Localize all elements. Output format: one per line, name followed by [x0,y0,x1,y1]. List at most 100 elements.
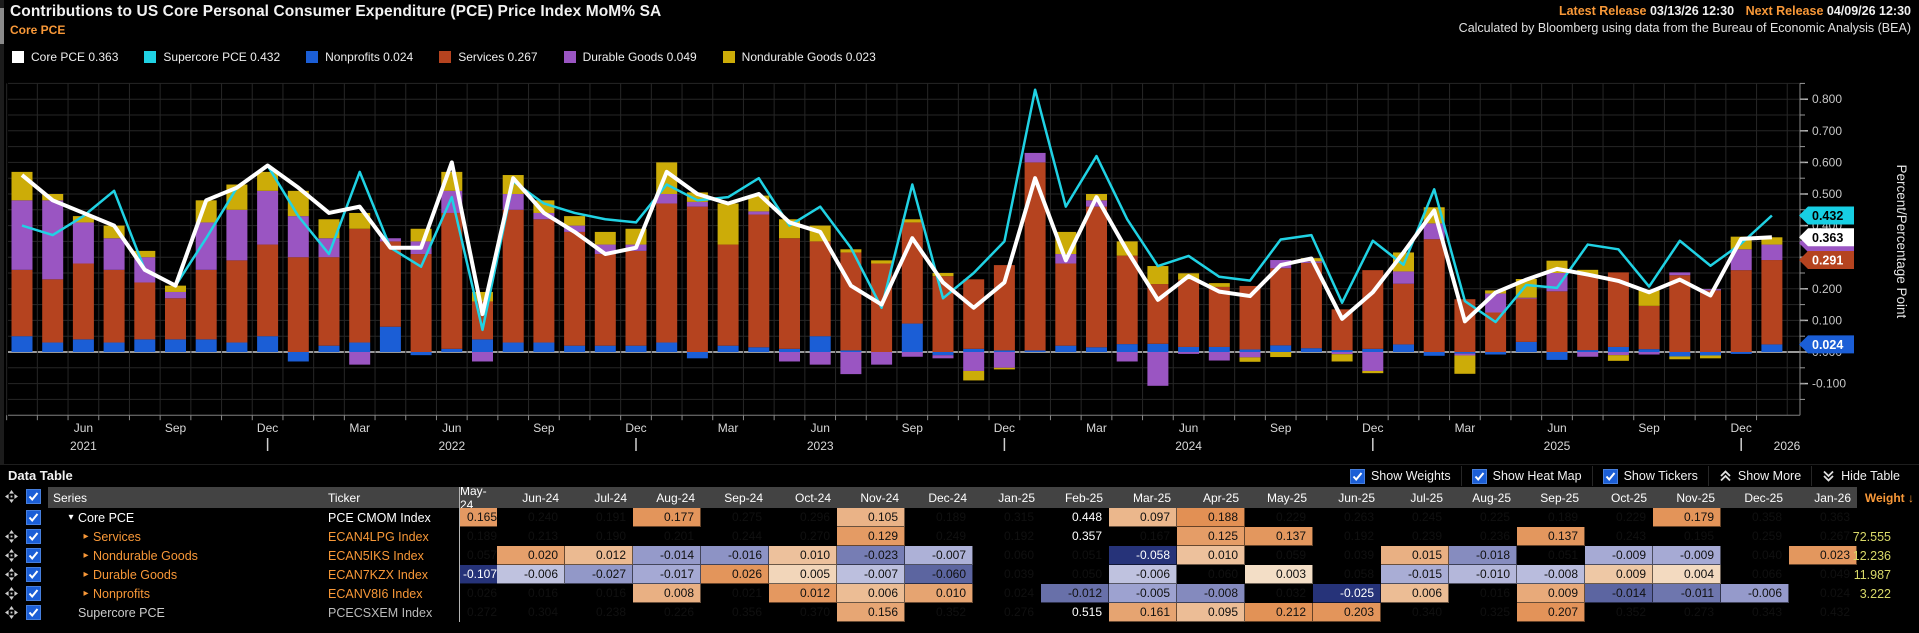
row-checkbox-core-pce[interactable] [26,510,41,525]
expand-arrow-icon[interactable]: ▸ [79,569,93,580]
series-name-cell[interactable]: ▾Core PCE [48,508,325,527]
column-header-ticker: Ticker [325,487,460,508]
row-checkbox-durable-goods[interactable] [26,567,41,582]
expand-arrow-icon[interactable]: ▸ [79,588,93,599]
bar-durable-goods [1209,352,1230,361]
bar-nonprofits [1547,352,1568,360]
bar-nondurable-goods [1362,371,1383,373]
axis-tag-label: 0.291 [1812,254,1843,268]
x-tick-label: Sep [533,421,555,435]
value-cell-nov-24: 0.129 [837,527,905,546]
legend-item-services[interactable]: Services 0.267 [439,50,537,64]
legend-item-nondurable-goods[interactable]: Nondurable Goods 0.023 [723,50,876,64]
column-header-jun-24: Jun-24 [497,487,565,508]
select-all-checkbox[interactable] [26,489,41,504]
series-label: Durable Goods [93,568,177,582]
row-checkbox-nonprofits[interactable] [26,586,41,601]
column-header-dec-25: Dec-25 [1721,487,1789,508]
value-cell-may-25: 0.003 [1245,565,1313,584]
show-tickers-checkbox[interactable] [1603,469,1618,484]
weight-cell [1857,508,1919,527]
value-cell-oct-24: 0.010 [769,546,837,565]
move-handle-icon[interactable] [5,606,18,619]
value-cell-aug-24: -0.017 [633,565,701,584]
value-cell-apr-25: 0.125 [1177,527,1245,546]
move-handle-icon[interactable] [5,549,18,562]
weight-cell: 72.555 [1857,527,1919,546]
table-toolbar: Data Table Show WeightsShow Heat MapShow… [0,465,1919,487]
value-cell-jan-25: 0.039 [973,565,1041,584]
bar-services [42,279,63,342]
value-cell-jan-26: 0.024 [1789,584,1857,603]
bar-nonprofits [411,352,432,355]
x-tick-label: Sep [1638,421,1660,435]
series-name-cell[interactable]: ▸Nondurable Goods [48,546,325,565]
move-handle-icon[interactable] [5,587,18,600]
move-handle-icon[interactable] [5,568,18,581]
value-cell-mar-25: 0.097 [1109,508,1177,527]
table-title: Data Table [8,468,73,483]
legend-item-durable-goods[interactable]: Durable Goods 0.049 [564,50,697,64]
x-tick-label: Sep [902,421,924,435]
value-cell-jan-26: 0.432 [1789,603,1857,622]
legend-item-nonprofits[interactable]: Nonprofits 0.024 [306,50,413,64]
show-weights-control[interactable]: Show Weights [1340,466,1461,486]
value-cell-jul-25: 0.340 [1381,603,1449,622]
bar-services [104,270,125,343]
series-name-cell[interactable]: ▸Durable Goods [48,565,325,584]
header-move-handle[interactable] [0,487,22,506]
expand-arrow-icon[interactable]: ▸ [79,550,93,561]
ticker-cell: ECANV8I6 Index [325,584,460,603]
expand-arrow-icon[interactable]: ▸ [79,531,93,542]
value-cell-aug-24: 0.226 [633,603,701,622]
show-tickers-control[interactable]: Show Tickers [1592,466,1708,486]
value-cell-sep-25: 0.051 [1517,546,1585,565]
bar-durable-goods [1332,352,1353,354]
legend-item-core-pce[interactable]: Core PCE 0.363 [12,50,118,64]
bar-nonprofits [1516,342,1537,352]
series-name-cell[interactable]: ▸Services [48,527,325,546]
bar-nonprofits [656,343,677,352]
column-header-weight[interactable]: Weight ↓ [1857,487,1919,508]
legend-item-supercore-pce[interactable]: Supercore PCE 0.432 [144,50,280,64]
row-checkbox-cell [22,508,48,527]
value-cell-mar-25: 0.161 [1109,603,1177,622]
value-cell-dec-25: 0.040 [1721,546,1789,565]
table-row-nonprofits: ▸NonprofitsECANV8I6 Index0.0260.0160.016… [0,584,1919,603]
value-cell-oct-25: 0.352 [1585,603,1653,622]
move-handle-icon[interactable] [5,530,18,543]
legend-label: Durable Goods 0.049 [583,50,697,64]
bar-durable-goods [165,292,186,298]
value-cell-mar-25: -0.058 [1109,546,1177,565]
value-cell-jul-25: 0.006 [1381,584,1449,603]
axis-tag-label: 0.432 [1812,209,1843,223]
bar-durable-goods [1669,272,1690,275]
page-title: Contributions to US Core Personal Consum… [10,3,661,21]
bar-nonprofits [1577,350,1598,352]
bar-nonprofits [748,347,769,352]
row-checkbox-nondurable-goods[interactable] [26,548,41,563]
hide-table-control[interactable]: Hide Table [1811,466,1910,486]
value-cell-jul-24: 0.016 [565,584,633,603]
move-handle-icon[interactable] [5,490,18,503]
row-checkbox-services[interactable] [26,529,41,544]
column-header-oct-24: Oct-24 [769,487,837,508]
show-heat-map-checkbox[interactable] [1472,469,1487,484]
series-name-cell[interactable]: Supercore PCE [48,603,325,622]
value-cell-jan-26: 0.363 [1789,508,1857,527]
bar-services [1577,275,1598,351]
bar-services [1639,306,1660,349]
bar-nonprofits [902,324,923,352]
show-weights-checkbox[interactable] [1350,469,1365,484]
expand-arrow-icon[interactable]: ▾ [64,512,78,523]
bar-services [1424,239,1445,352]
value-cell-oct-24: 0.005 [769,565,837,584]
bar-nonprofits [933,352,954,355]
bar-services [1270,268,1291,345]
row-checkbox-supercore-pce[interactable] [26,605,41,620]
value-cell-apr-25: 0.010 [1177,546,1245,565]
show-heat-map-control[interactable]: Show Heat Map [1461,466,1592,486]
series-name-cell[interactable]: ▸Nonprofits [48,584,325,603]
scrollbar-thumb[interactable] [0,8,4,44]
show-more-control[interactable]: Show More [1708,466,1811,486]
